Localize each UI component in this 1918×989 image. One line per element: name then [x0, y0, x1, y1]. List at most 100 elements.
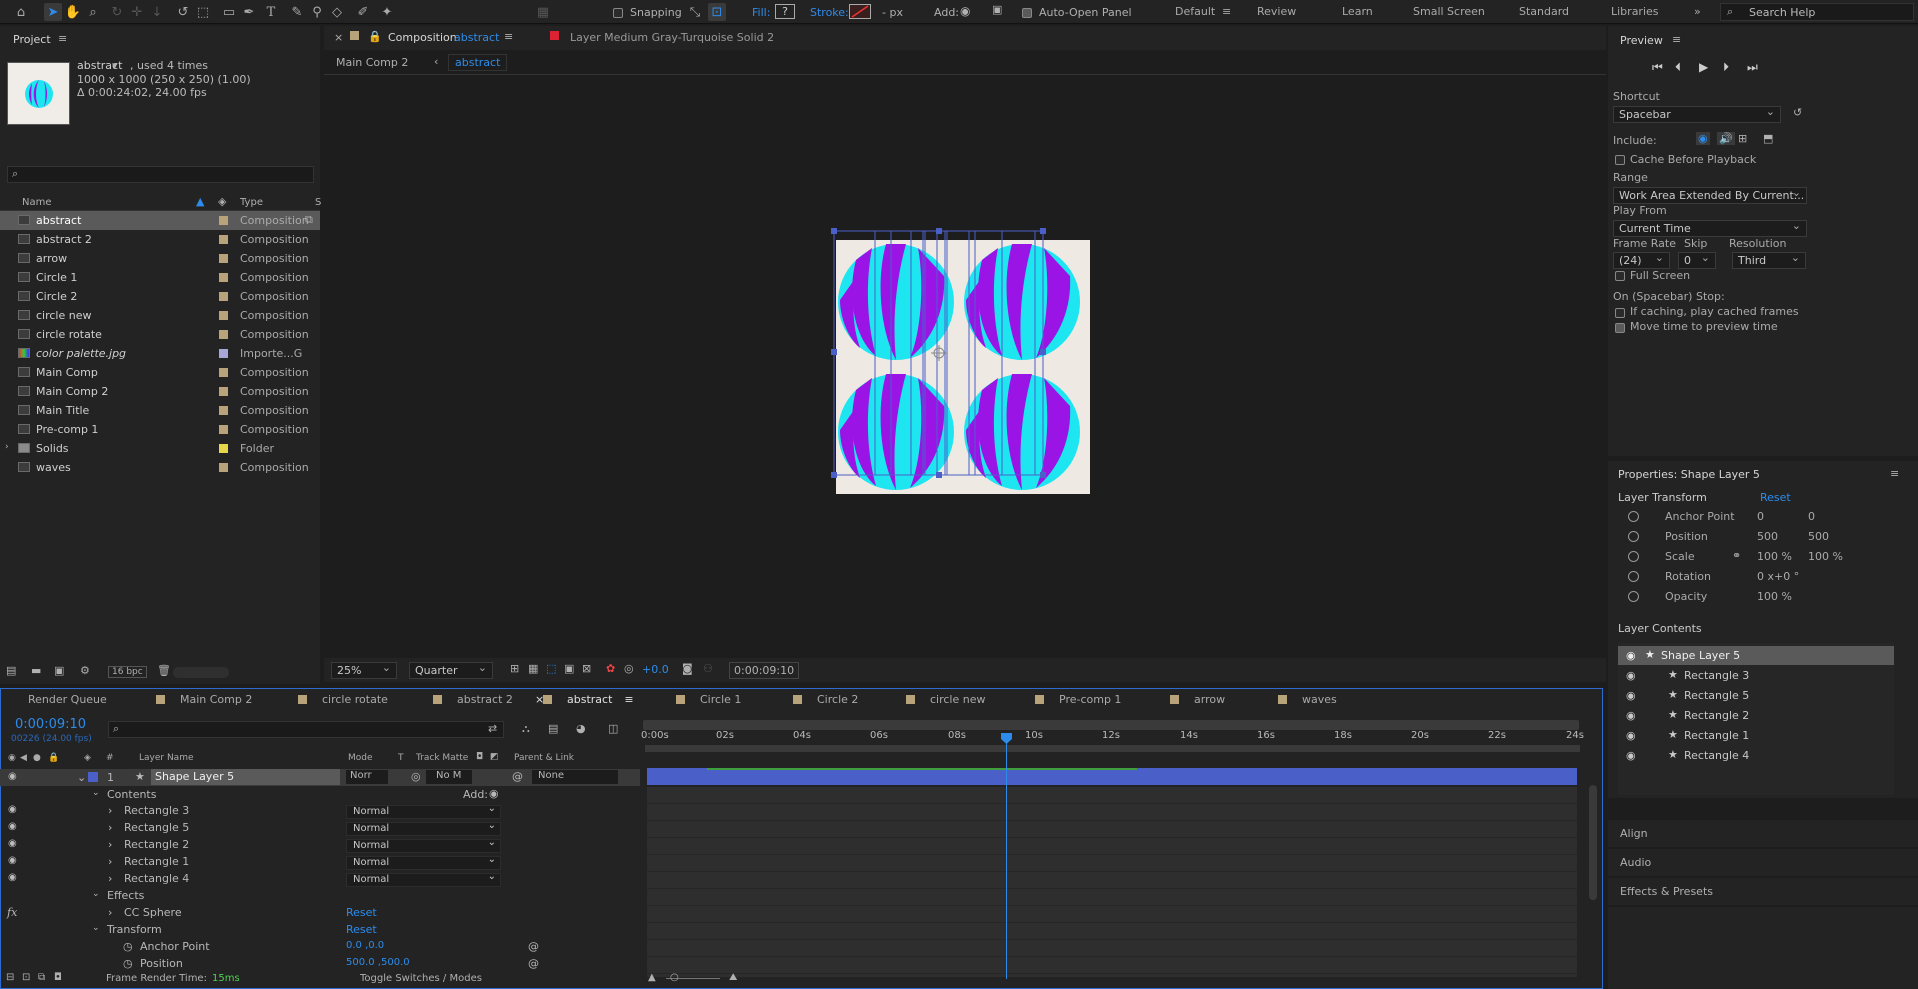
- col-name[interactable]: Name: [22, 197, 52, 208]
- interpret-footage-icon[interactable]: ▤: [6, 664, 16, 677]
- rectangle-row[interactable]: ◉ › Rectangle 5 Normal: [0, 820, 640, 838]
- dolly-camera-icon[interactable]: ↓: [148, 3, 166, 21]
- more-workspaces-icon[interactable]: »: [1694, 5, 1701, 18]
- project-item[interactable]: Main Comp 2 Composition: [0, 382, 320, 401]
- transfer-controls-icon[interactable]: ⊡: [22, 972, 30, 983]
- expand-arrow-icon[interactable]: ›: [108, 906, 112, 919]
- toggle-switches-modes[interactable]: Toggle Switches / Modes: [360, 973, 482, 984]
- add-icon[interactable]: ◉: [960, 4, 970, 18]
- panel-menu-icon[interactable]: ≡: [624, 693, 633, 706]
- stopwatch-icon[interactable]: [1628, 511, 1639, 522]
- blend-mode[interactable]: Normal: [346, 803, 501, 819]
- lock-icon[interactable]: 🔒: [368, 30, 382, 43]
- project-item[interactable]: waves Composition: [0, 458, 320, 477]
- label-tag-icon[interactable]: ◈: [84, 753, 91, 763]
- new-folder-icon[interactable]: ▬: [31, 664, 41, 677]
- rectangle-row[interactable]: ◉ › Rectangle 2 Normal: [0, 837, 640, 855]
- layer-label-color[interactable]: [88, 772, 98, 782]
- rectangle-tool-icon[interactable]: ▭: [220, 3, 238, 21]
- layer-switches-icon[interactable]: ⊟: [6, 972, 14, 983]
- layer-mode[interactable]: Norr: [346, 770, 388, 784]
- panel-menu-icon[interactable]: ≡: [58, 32, 67, 45]
- cache-checkbox[interactable]: [1615, 153, 1625, 166]
- effects-presets-panel[interactable]: Effects & Presets: [1608, 878, 1918, 905]
- workspace-libraries[interactable]: Libraries: [1611, 5, 1659, 18]
- content-item[interactable]: ◉ ★ Shape Layer 5: [1618, 646, 1894, 665]
- content-item[interactable]: ◉ ★ Rectangle 2: [1618, 706, 1894, 725]
- zoom-in-icon[interactable]: ⛰: [729, 972, 737, 983]
- shortcut-dropdown[interactable]: Spacebar: [1613, 104, 1781, 123]
- preserve-transparency-icon[interactable]: ◎: [411, 770, 421, 783]
- position-y[interactable]: 500: [1808, 530, 1829, 543]
- mask-visibility-icon[interactable]: ⬚: [546, 662, 556, 675]
- col-track-matte[interactable]: Track Matte: [416, 753, 468, 763]
- close-tab-icon[interactable]: ×: [334, 31, 343, 44]
- transform-row[interactable]: ⌄ Transform Reset: [0, 923, 640, 940]
- search-help-input[interactable]: Search Help: [1749, 6, 1815, 19]
- exposure-value[interactable]: +0.0: [642, 663, 669, 676]
- project-item[interactable]: › Solids Folder: [0, 439, 320, 458]
- stopwatch-icon[interactable]: [1628, 571, 1639, 582]
- timeline-search[interactable]: ⌕: [108, 721, 504, 738]
- reset-effect[interactable]: Reset: [346, 906, 377, 919]
- snap-icon[interactable]: ⤡: [686, 3, 704, 21]
- eye-icon[interactable]: ◉: [1626, 689, 1636, 702]
- frame-blending-icon[interactable]: ▤: [548, 722, 558, 735]
- rotate-tool-icon[interactable]: ↺: [174, 3, 192, 21]
- layer-tab[interactable]: Layer Medium Gray-Turquoise Solid 2: [570, 31, 774, 44]
- comp-mini-flowchart-icon[interactable]: ⇄: [488, 722, 497, 735]
- expression-pickwhip-icon[interactable]: @: [528, 940, 539, 953]
- close-tab-icon[interactable]: ×: [535, 693, 544, 706]
- if-caching-checkbox[interactable]: [1615, 306, 1625, 319]
- rectangle-row[interactable]: ◉ › Rectangle 3 Normal: [0, 803, 640, 821]
- time-ruler-bar[interactable]: [645, 745, 1580, 752]
- selection-tool-icon[interactable]: ➤: [44, 3, 62, 21]
- previous-frame-icon[interactable]: ⏴: [1675, 60, 1681, 75]
- tab-abstract-2[interactable]: abstract 2: [433, 693, 513, 709]
- align-icon[interactable]: ▦: [534, 3, 552, 21]
- zoom-dropdown[interactable]: 25%: [331, 660, 397, 679]
- playhead[interactable]: [1000, 733, 1012, 979]
- expand-arrow-icon[interactable]: ⌄: [92, 923, 100, 933]
- zoom-slider-handle[interactable]: ○: [670, 972, 679, 983]
- blend-mode[interactable]: Normal: [346, 871, 501, 887]
- reset-transform[interactable]: Reset: [346, 923, 377, 936]
- expand-arrow-icon[interactable]: ›: [5, 442, 9, 452]
- position-value[interactable]: 500.0 ,500.0: [346, 957, 410, 968]
- panel-menu-icon[interactable]: ≡: [1672, 33, 1681, 46]
- add-icon[interactable]: ◉: [489, 787, 499, 800]
- graph-editor-icon[interactable]: ◫: [608, 722, 618, 735]
- expression-pickwhip-icon[interactable]: @: [528, 957, 539, 970]
- project-item[interactable]: Circle 2 Composition: [0, 287, 320, 306]
- rectangle-row[interactable]: ◉ › Rectangle 4 Normal: [0, 871, 640, 889]
- snap-edges-icon[interactable]: ⊡: [708, 3, 726, 21]
- anchor-value[interactable]: 0.0 ,0.0: [346, 940, 384, 951]
- content-item[interactable]: ◉ ★ Rectangle 5: [1618, 686, 1894, 705]
- fx-icon[interactable]: fx: [7, 906, 17, 919]
- eye-icon[interactable]: ◉: [1626, 749, 1636, 762]
- hand-tool-icon[interactable]: ✋: [64, 3, 82, 21]
- tab-circle-rotate[interactable]: circle rotate: [298, 693, 388, 709]
- thumbnail-slider[interactable]: [173, 667, 229, 678]
- position-x[interactable]: 500: [1757, 530, 1778, 543]
- color-management-icon[interactable]: ✿: [606, 662, 615, 675]
- project-item[interactable]: Main Comp Composition: [0, 363, 320, 382]
- expand-arrow-icon[interactable]: ›: [108, 838, 112, 851]
- anchor-x[interactable]: 0: [1757, 510, 1764, 523]
- pickwhip-icon[interactable]: @: [512, 770, 523, 783]
- layer-duration-bar[interactable]: [647, 768, 1577, 785]
- resolution-dropdown[interactable]: Third: [1732, 250, 1806, 269]
- eye-icon[interactable]: ◉: [1626, 669, 1636, 682]
- col-mode[interactable]: Mode: [348, 753, 373, 763]
- tab-circle-2[interactable]: Circle 2: [793, 693, 858, 709]
- eye-icon[interactable]: ◉: [8, 771, 17, 782]
- rotation-value[interactable]: 0 x+0 °: [1757, 570, 1799, 583]
- work-area-bar[interactable]: [643, 720, 1579, 730]
- first-frame-icon[interactable]: ⏮: [1652, 60, 1663, 75]
- content-item[interactable]: ◉ ★ Rectangle 4: [1618, 746, 1894, 765]
- include-overlays-icon[interactable]: ⊞: [1738, 132, 1747, 145]
- snapshot-icon[interactable]: ◙: [682, 662, 693, 675]
- clone-stamp-icon[interactable]: ⚲: [308, 3, 326, 21]
- workspace-small-screen[interactable]: Small Screen: [1413, 5, 1485, 18]
- puppet-pin-icon[interactable]: ✦: [378, 3, 396, 21]
